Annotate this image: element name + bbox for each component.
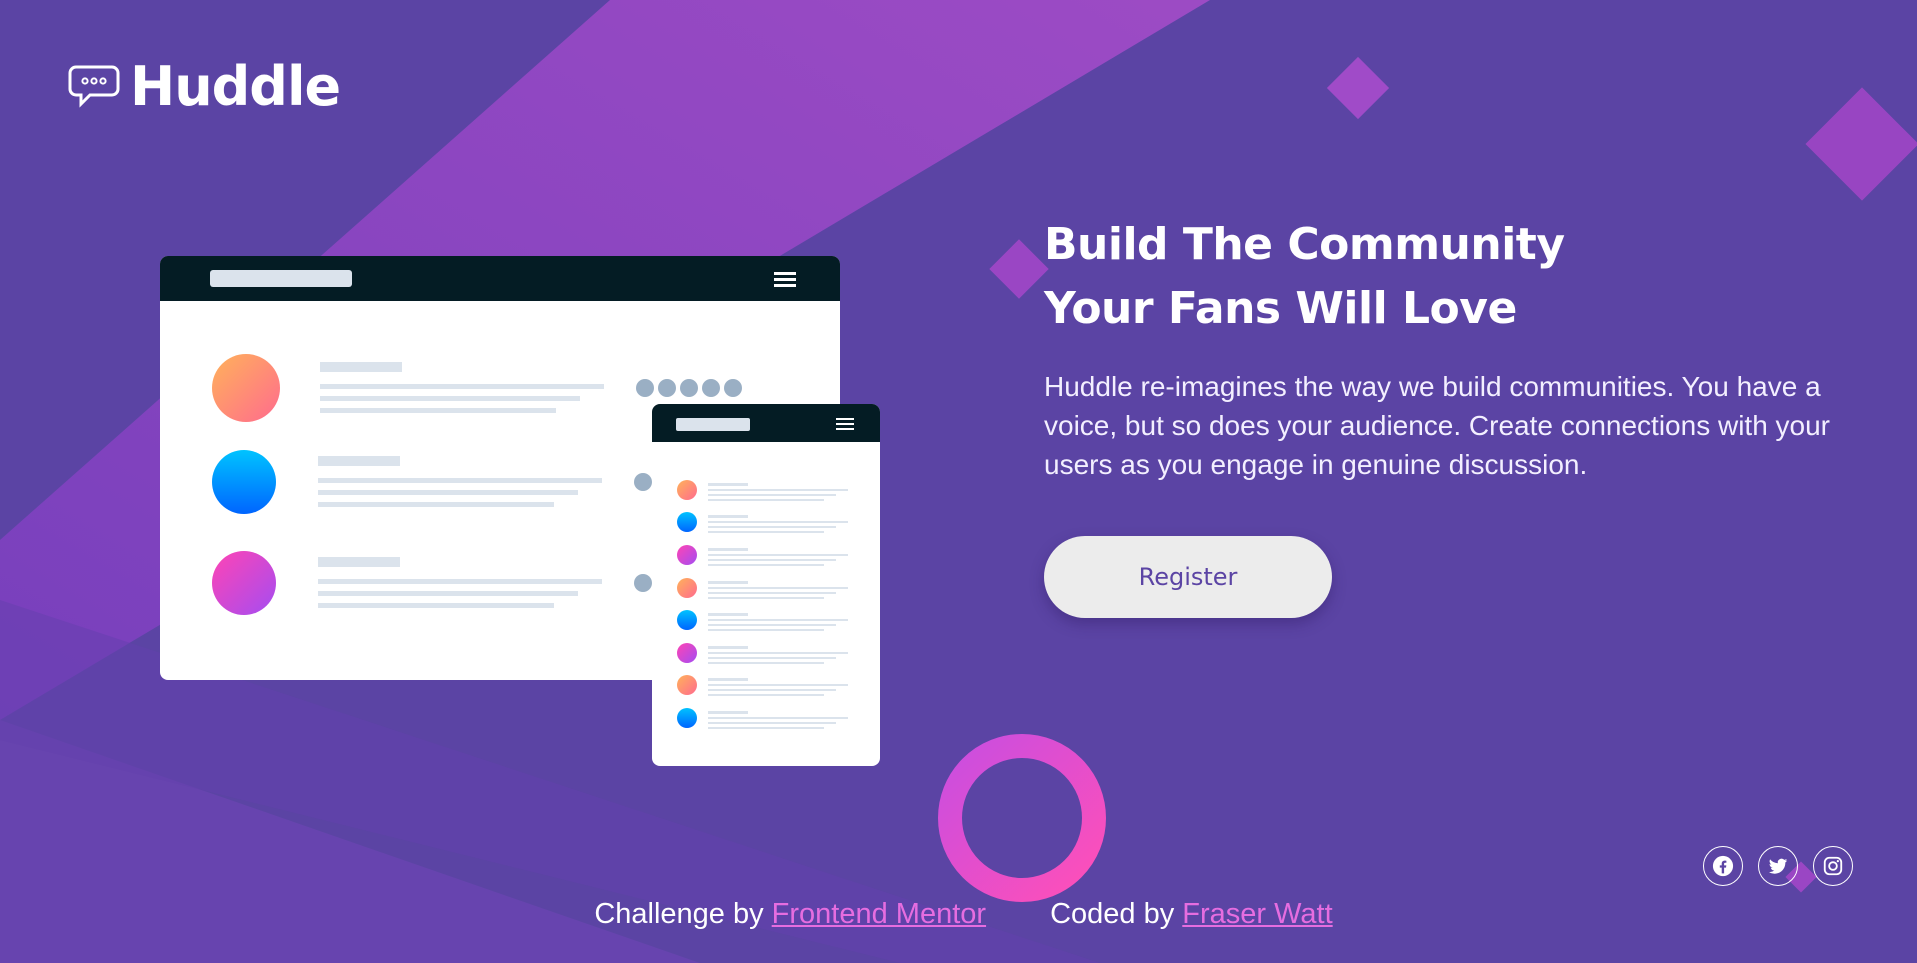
attribution-footer: Challenge by Frontend Mentor Coded by Fr… <box>0 898 1917 931</box>
facebook-icon <box>1712 855 1734 877</box>
frontend-mentor-link[interactable]: Frontend Mentor <box>772 898 986 930</box>
hero-title-line-1: Build The Community <box>1044 219 1565 270</box>
brand-logo[interactable]: Huddle <box>68 55 341 118</box>
hero-title-line-2: Your Fans Will Love <box>1044 283 1517 334</box>
register-button[interactable]: Register <box>1044 536 1332 618</box>
author-link[interactable]: Fraser Watt <box>1182 898 1332 930</box>
facebook-link[interactable] <box>1703 846 1743 886</box>
challenge-prefix: Challenge by <box>594 898 764 930</box>
hero-section: Build The Community Your Fans Will Love … <box>1044 213 1844 618</box>
coded-attribution: Coded by Fraser Watt <box>1050 898 1333 931</box>
challenge-attribution: Challenge by Frontend Mentor <box>594 898 986 931</box>
social-links <box>1703 846 1853 886</box>
app-mockup-illustration <box>160 256 880 766</box>
twitter-link[interactable] <box>1758 846 1798 886</box>
chat-bubble-icon <box>68 65 120 108</box>
coded-prefix: Coded by <box>1050 898 1175 930</box>
hero-title: Build The Community Your Fans Will Love <box>1044 213 1844 341</box>
instagram-icon <box>1823 856 1843 876</box>
instagram-link[interactable] <box>1813 846 1853 886</box>
brand-name: Huddle <box>130 55 341 118</box>
twitter-icon <box>1768 858 1788 874</box>
hero-description: Huddle re-imagines the way we build comm… <box>1044 371 1831 480</box>
